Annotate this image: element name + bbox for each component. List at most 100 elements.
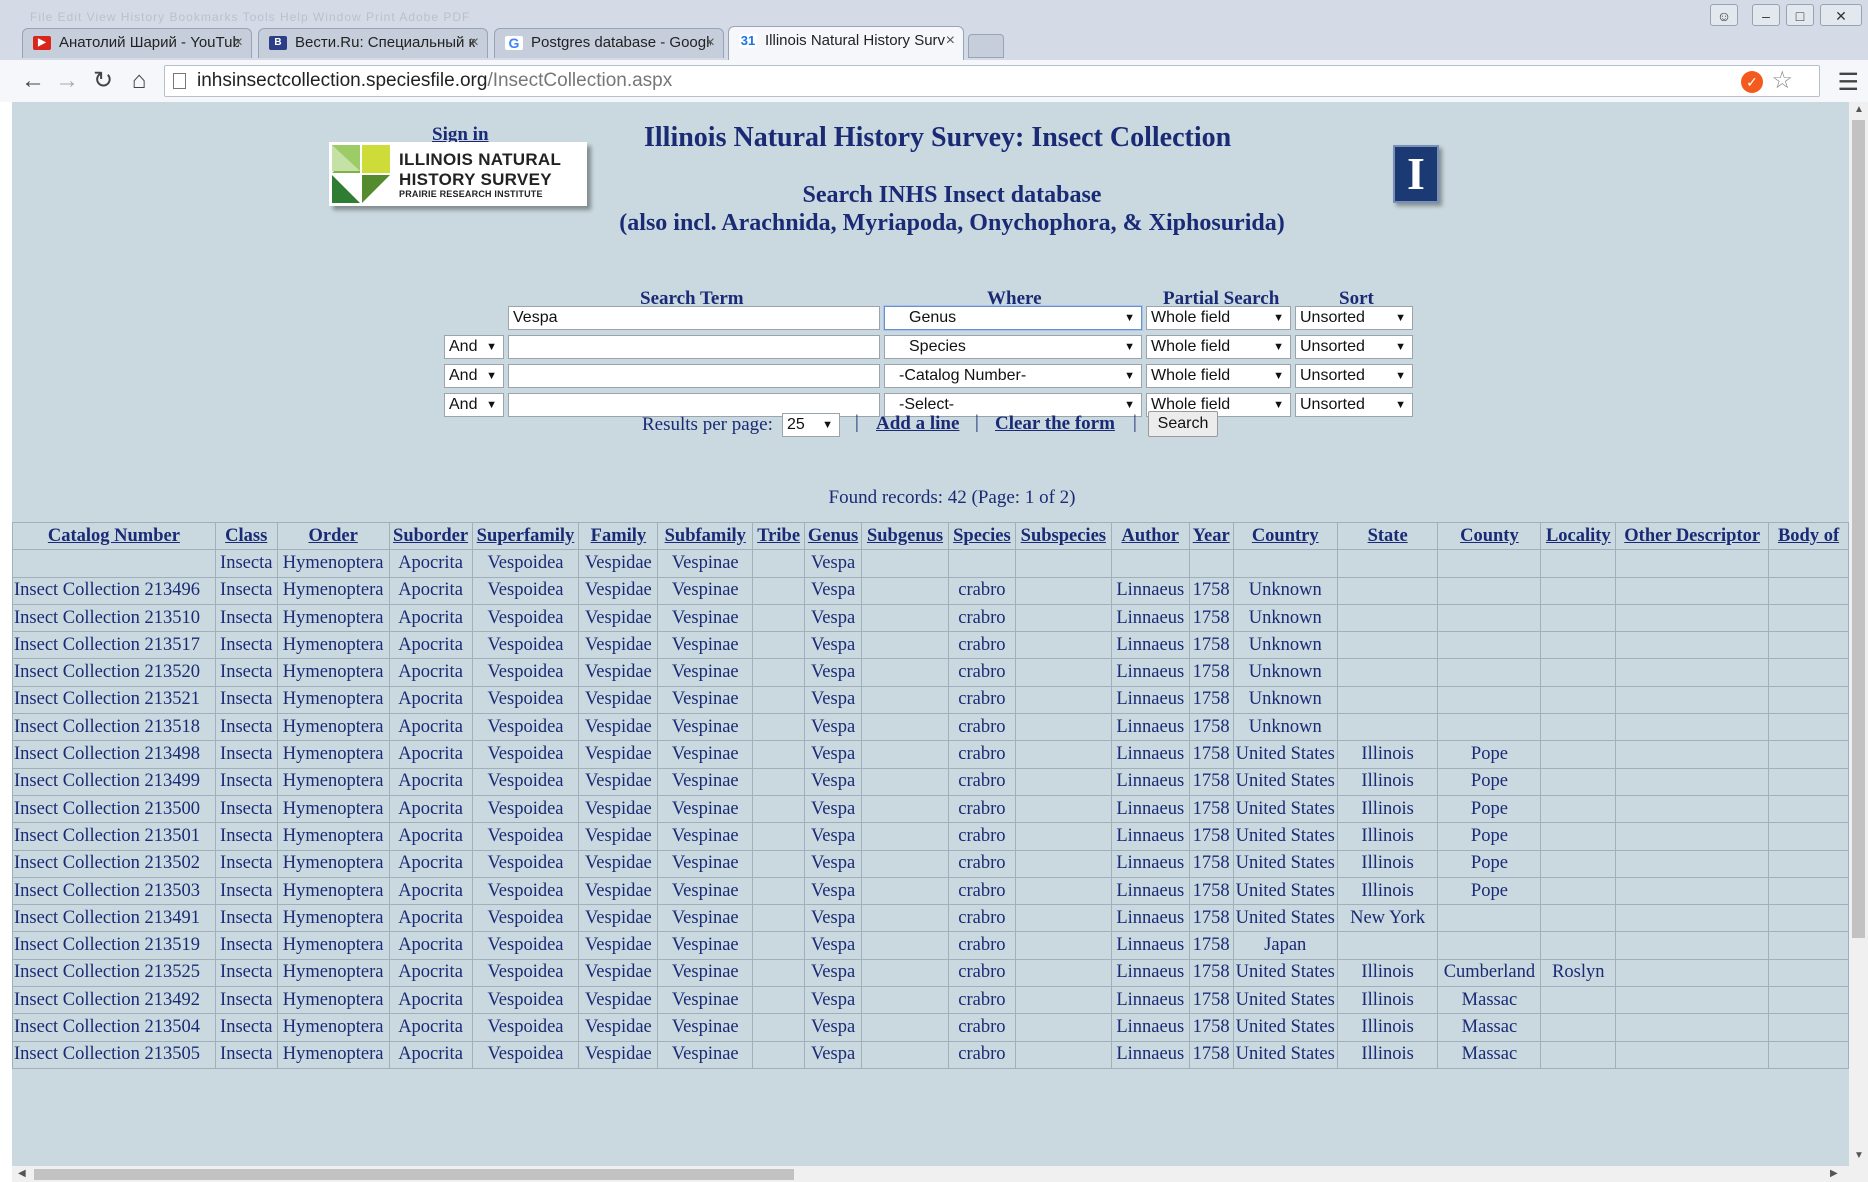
table-row[interactable]: Insect Collection 213525 Insecta Hymenopte… bbox=[12, 958, 1849, 988]
sort-select-1[interactable]: Unsorted bbox=[1295, 306, 1413, 330]
table-row[interactable]: Insect Collection 213520 Insecta Hymenopte… bbox=[12, 658, 1849, 687]
tab-google[interactable]: G Postgres database - Google × bbox=[494, 28, 724, 58]
table-row[interactable]: Insect Collection 213503 Insecta Hymenopte… bbox=[12, 876, 1849, 906]
sort-select-3[interactable]: Unsorted bbox=[1295, 364, 1413, 388]
tab-close-icon[interactable]: × bbox=[946, 27, 955, 55]
home-icon[interactable]: ⌂ bbox=[124, 66, 154, 96]
bookmark-star-icon[interactable]: ☆ bbox=[1771, 66, 1793, 95]
sort-column-link[interactable]: Subspecies bbox=[1021, 526, 1106, 546]
scroll-down-icon[interactable]: ▼ bbox=[1854, 1150, 1864, 1161]
table-cell: Hymenoptera bbox=[276, 958, 390, 988]
close-window-button[interactable]: ✕ bbox=[1820, 4, 1862, 26]
table-row[interactable]: Insect Collection 213505 Insecta Hymenopte… bbox=[12, 1040, 1849, 1069]
table-row[interactable]: Insect Collection 213501 Insecta Hymenopte… bbox=[12, 822, 1849, 851]
sort-column-link[interactable]: Superfamily bbox=[477, 526, 575, 546]
table-row[interactable]: Insect Collection 213504 Insecta Hymenopte… bbox=[12, 1013, 1849, 1042]
table-row[interactable]: Insect Collection 213492 Insecta Hymenopte… bbox=[12, 986, 1849, 1015]
conjunction-select-4[interactable]: And bbox=[444, 393, 504, 417]
partial-select-1[interactable]: Whole field bbox=[1146, 306, 1291, 330]
profile-icon[interactable]: ☺ bbox=[1710, 4, 1738, 26]
forward-icon[interactable]: → bbox=[52, 66, 82, 96]
vertical-scrollbar[interactable]: ▲ ▼ bbox=[1849, 102, 1868, 1166]
horizontal-scroll-thumb[interactable] bbox=[34, 1169, 794, 1180]
tab-close-icon[interactable]: × bbox=[706, 29, 715, 57]
add-line-link[interactable]: Add a line bbox=[876, 413, 959, 435]
sort-column-link[interactable]: Locality bbox=[1546, 526, 1611, 546]
sort-column-link[interactable]: Catalog Number bbox=[48, 526, 180, 546]
clear-form-link[interactable]: Clear the form bbox=[995, 413, 1115, 435]
reload-icon[interactable]: ↻ bbox=[88, 66, 118, 96]
sort-column-link[interactable]: Suborder bbox=[393, 526, 468, 546]
tab-close-icon[interactable]: × bbox=[234, 29, 243, 57]
partial-select-2[interactable]: Whole field bbox=[1146, 335, 1291, 359]
table-row[interactable]: Insect Collection 213521 Insecta Hymenopte… bbox=[12, 685, 1849, 715]
table-cell bbox=[1336, 931, 1439, 960]
sort-column-link[interactable]: Genus bbox=[808, 526, 858, 546]
sort-column-link[interactable]: State bbox=[1368, 526, 1408, 546]
tab-youtube[interactable]: ▶ Анатолий Шарий - YouTube × bbox=[22, 28, 252, 58]
table-cell: Pope bbox=[1437, 794, 1542, 824]
vertical-scroll-thumb[interactable] bbox=[1852, 120, 1865, 938]
search-term-input-1[interactable]: Vespa bbox=[508, 306, 880, 330]
table-row[interactable]: Insect Collection 213510 Insecta Hymenopte… bbox=[12, 603, 1849, 633]
table-row[interactable]: Insect Collection 213500 Insecta Hymenopte… bbox=[12, 794, 1849, 824]
table-row[interactable]: Insect Collection 213518 Insecta Hymenopte… bbox=[12, 713, 1849, 742]
sort-column-link[interactable]: Tribe bbox=[757, 526, 800, 546]
table-row[interactable]: Insect Collection 213519 Insecta Hymenopte… bbox=[12, 931, 1849, 960]
address-bar[interactable]: inhsinsectcollection.speciesfile.org/Ins… bbox=[164, 65, 1859, 97]
table-row[interactable]: Insecta Hymenoptera Apocrita Vespoidea Vespi… bbox=[12, 549, 1849, 578]
sort-column-link[interactable]: County bbox=[1460, 526, 1519, 546]
table-row[interactable]: Insect Collection 213499 Insecta Hymenopte… bbox=[12, 767, 1849, 796]
sort-column-link[interactable]: Body of bbox=[1778, 526, 1839, 546]
hamburger-menu-icon[interactable]: ☰ bbox=[1837, 68, 1859, 97]
table-row[interactable]: Insect Collection 213491 Insecta Hymenopte… bbox=[12, 904, 1849, 933]
partial-select-3[interactable]: Whole field bbox=[1146, 364, 1291, 388]
search-term-input-3[interactable] bbox=[508, 364, 880, 388]
table-cell: Insecta bbox=[214, 549, 278, 578]
horizontal-scrollbar[interactable]: ◀ ▶ bbox=[12, 1166, 1868, 1182]
back-icon[interactable]: ← bbox=[18, 66, 48, 96]
table-cell: Hymenoptera bbox=[276, 931, 390, 960]
sort-column-link[interactable]: Subgenus bbox=[867, 526, 943, 546]
maximize-button[interactable]: □ bbox=[1786, 4, 1814, 26]
tab-close-icon[interactable]: × bbox=[470, 29, 479, 57]
sort-column-link[interactable]: Other Descriptor bbox=[1624, 526, 1760, 546]
sort-column-link[interactable]: Author bbox=[1121, 526, 1179, 546]
tab-inhs[interactable]: 31 Illinois Natural History Survey × bbox=[728, 26, 964, 60]
table-row[interactable]: Insect Collection 213517 Insecta Hymenopte… bbox=[12, 631, 1849, 660]
tab-vesti[interactable]: B Вести.Ru: Специальный корреспондент × bbox=[258, 28, 488, 58]
table-cell: Vespinae bbox=[657, 876, 754, 906]
table-cell: crabro bbox=[947, 631, 1016, 660]
url-text[interactable]: inhsinsectcollection.speciesfile.org/Ins… bbox=[197, 70, 672, 92]
conjunction-select-3[interactable]: And bbox=[444, 364, 504, 388]
conjunction-select-2[interactable]: And bbox=[444, 335, 504, 359]
new-tab-button[interactable] bbox=[968, 34, 1004, 58]
search-term-input-2[interactable] bbox=[508, 335, 880, 359]
sort-column-link[interactable]: Order bbox=[308, 526, 357, 546]
sort-select-2[interactable]: Unsorted bbox=[1295, 335, 1413, 359]
sort-column-link[interactable]: Year bbox=[1193, 526, 1230, 546]
where-select-3[interactable]: -Catalog Number- bbox=[884, 364, 1142, 388]
sort-column-link[interactable]: Class bbox=[225, 526, 267, 546]
scroll-right-icon[interactable]: ▶ bbox=[1830, 1168, 1838, 1179]
scroll-left-icon[interactable]: ◀ bbox=[18, 1168, 26, 1179]
table-cell bbox=[1540, 794, 1617, 824]
sort-column-link[interactable]: Family bbox=[591, 526, 647, 546]
table-row[interactable]: Insect Collection 213498 Insecta Hymenopte… bbox=[12, 740, 1849, 769]
table-cell: Cumberland bbox=[1437, 958, 1542, 988]
results-per-page-select[interactable]: 25 bbox=[782, 413, 840, 437]
sort-column-link[interactable]: Species bbox=[953, 526, 1011, 546]
scroll-up-icon[interactable]: ▲ bbox=[1854, 104, 1864, 115]
sort-column-link[interactable]: Country bbox=[1252, 526, 1319, 546]
minimize-button[interactable]: – bbox=[1752, 4, 1780, 26]
where-select-1[interactable]: Genus bbox=[884, 306, 1142, 330]
where-select-2[interactable]: Species bbox=[884, 335, 1142, 359]
table-row[interactable]: Insect Collection 213496 Insecta Hymenopte… bbox=[12, 576, 1849, 605]
search-button[interactable]: Search bbox=[1148, 411, 1218, 437]
table-row[interactable]: Insect Collection 213502 Insecta Hymenopte… bbox=[12, 849, 1849, 878]
sort-column-link[interactable]: Subfamily bbox=[665, 526, 746, 546]
page-title: Illinois Natural History Survey: Insect … bbox=[644, 122, 1232, 153]
sort-select-4[interactable]: Unsorted bbox=[1295, 393, 1413, 417]
extension-icon[interactable]: ✓ bbox=[1741, 71, 1763, 93]
table-cell: 1758 bbox=[1188, 603, 1234, 633]
